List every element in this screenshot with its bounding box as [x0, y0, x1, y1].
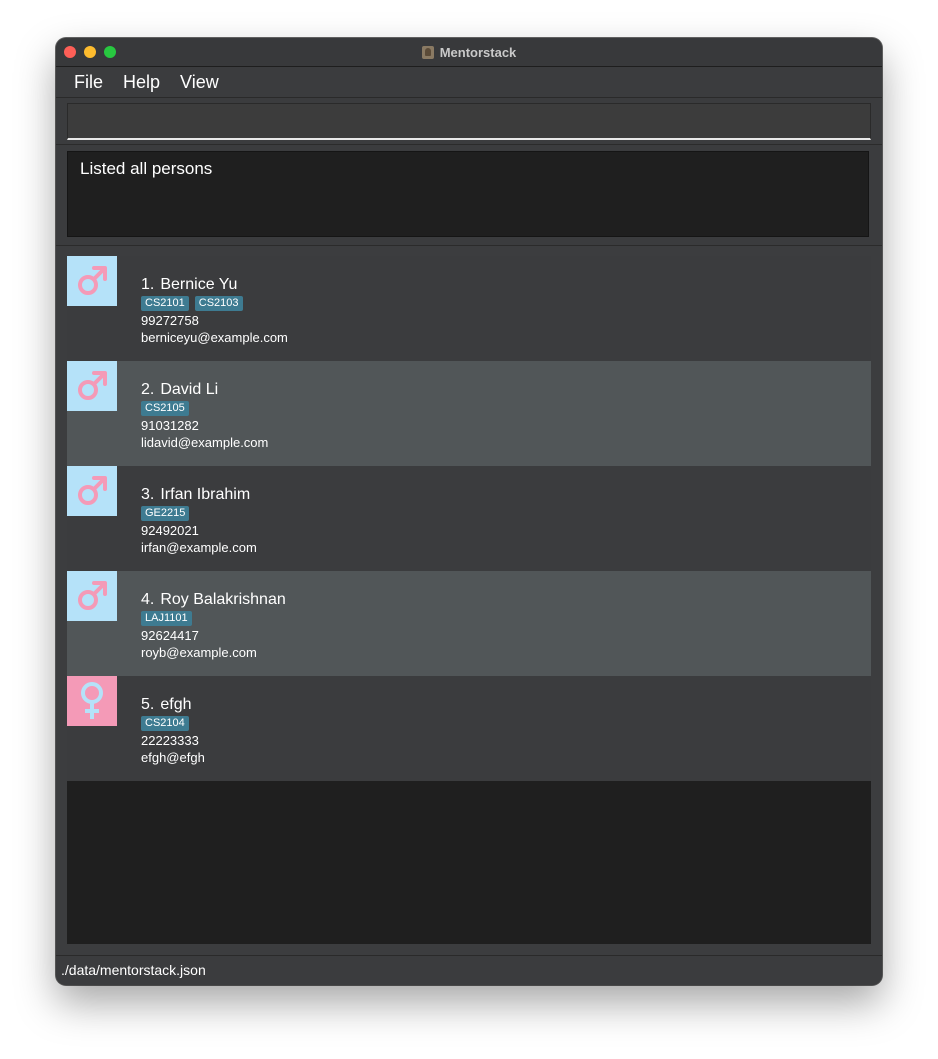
gender-avatar: [67, 571, 117, 621]
person-phone: 92492021: [141, 523, 199, 538]
window-title: Mentorstack: [439, 44, 517, 60]
window-title-group: Mentorstack: [56, 38, 882, 66]
tag-list: CS2104: [141, 715, 205, 732]
tag-list: CS2101 CS2103: [141, 295, 288, 312]
person-card[interactable]: 4. Roy Balakrishnan LAJ1101 92624417 royb…: [67, 571, 871, 676]
person-phone: 91031282: [141, 418, 199, 433]
gender-avatar: [67, 361, 117, 411]
tag-list: CS2105: [141, 400, 268, 417]
person-details: 3. Irfan Ibrahim GE2215 92492021 irfan@ex…: [141, 485, 257, 556]
tag-label: CS2101: [141, 296, 189, 311]
gender-avatar: [67, 676, 117, 726]
command-area: [56, 98, 882, 145]
person-index: 2.: [141, 381, 155, 398]
person-details: 5. efgh CS2104 22223333 efgh@efgh: [141, 695, 205, 766]
tag-label: CS2103: [194, 296, 243, 311]
person-name: efgh: [160, 696, 192, 713]
person-details: 2. David Li CS2105 91031282 lidavid@examp…: [141, 380, 268, 451]
person-card[interactable]: 3. Irfan Ibrahim GE2215 92492021 irfan@ex…: [67, 466, 871, 571]
app-icon: [421, 45, 434, 59]
person-email: efgh@efgh: [141, 750, 205, 765]
person-phone: 99272758: [141, 313, 199, 328]
menu-bar: File Help View: [56, 67, 882, 98]
male-symbol-icon: [74, 263, 110, 299]
result-display: Listed all persons: [67, 151, 869, 237]
result-area: Listed all persons: [56, 145, 882, 246]
person-email: irfan@example.com: [141, 540, 257, 555]
person-card[interactable]: 2. David Li CS2105 91031282 lidavid@examp…: [67, 361, 871, 466]
person-email: berniceyu@example.com: [141, 330, 288, 345]
person-card[interactable]: 5. efgh CS2104 22223333 efgh@efgh: [67, 676, 871, 781]
app-window: Mentorstack File Help View Listed all pe…: [56, 38, 882, 985]
person-name-line: 2. David Li: [141, 380, 268, 400]
title-bar: Mentorstack: [56, 38, 882, 67]
person-index: 4.: [141, 591, 155, 608]
tag-label: GE2215: [141, 506, 190, 521]
person-index: 5.: [141, 696, 155, 713]
gender-avatar: [67, 466, 117, 516]
result-text: Listed all persons: [80, 159, 213, 178]
tag-label: CS2104: [141, 716, 189, 731]
person-name: Roy Balakrishnan: [160, 591, 286, 608]
person-name-line: 5. efgh: [141, 695, 205, 715]
menu-help[interactable]: Help: [113, 72, 170, 93]
person-card[interactable]: 1. Bernice Yu CS2101 CS2103 99272758 berni…: [67, 256, 871, 361]
male-symbol-icon: [74, 473, 110, 509]
male-symbol-icon: [74, 578, 110, 614]
menu-file[interactable]: File: [56, 72, 113, 93]
tag-list: LAJ1101: [141, 610, 286, 627]
person-list[interactable]: 1. Bernice Yu CS2101 CS2103 99272758 berni…: [67, 256, 871, 944]
person-name-line: 4. Roy Balakrishnan: [141, 590, 286, 610]
person-name: Bernice Yu: [160, 276, 238, 293]
person-name-line: 3. Irfan Ibrahim: [141, 485, 257, 505]
menu-view[interactable]: View: [170, 72, 229, 93]
male-symbol-icon: [74, 368, 110, 404]
person-name: Irfan Ibrahim: [160, 486, 251, 503]
person-email: lidavid@example.com: [141, 435, 269, 450]
tag-label: CS2105: [141, 401, 189, 416]
save-location: ./data/mentorstack.json: [61, 962, 206, 978]
person-phone: 92624417: [141, 628, 199, 643]
status-bar: ./data/mentorstack.json: [56, 955, 882, 985]
person-index: 1.: [141, 276, 155, 293]
person-email: royb@example.com: [141, 645, 257, 660]
female-symbol-icon: [74, 679, 110, 723]
person-name-line: 1. Bernice Yu: [141, 275, 288, 295]
person-details: 1. Bernice Yu CS2101 CS2103 99272758 berni…: [141, 275, 288, 346]
tag-label: LAJ1101: [141, 611, 192, 626]
command-input[interactable]: [67, 103, 871, 140]
tag-list: GE2215: [141, 505, 257, 522]
person-name: David Li: [160, 381, 219, 398]
person-phone: 22223333: [141, 733, 199, 748]
person-index: 3.: [141, 486, 155, 503]
gender-avatar: [67, 256, 117, 306]
person-details: 4. Roy Balakrishnan LAJ1101 92624417 royb…: [141, 590, 286, 661]
